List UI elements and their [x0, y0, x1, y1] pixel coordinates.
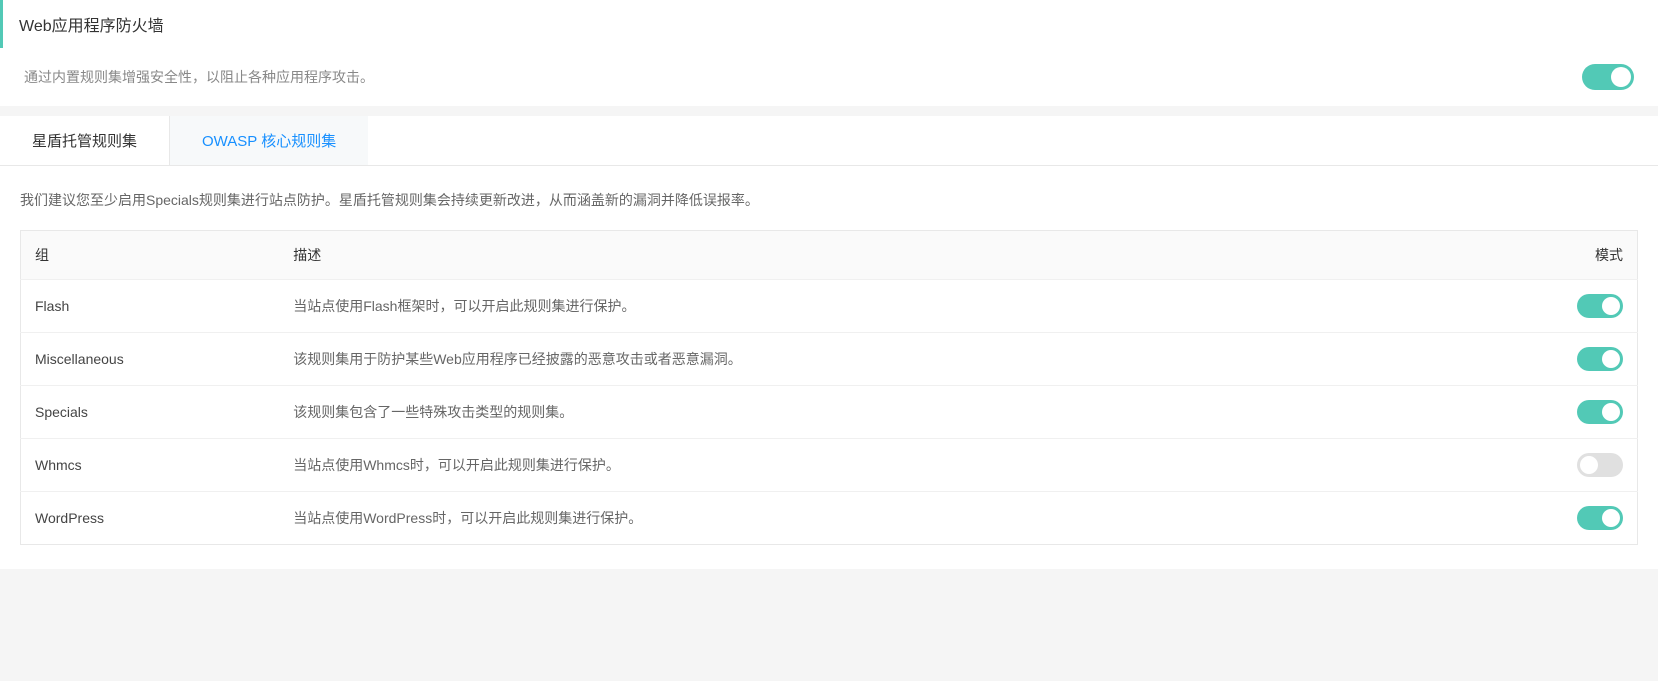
tab-managed-rules[interactable]: 星盾托管规则集	[0, 116, 170, 165]
rule-description: 当站点使用Whmcs时，可以开启此规则集进行保护。	[279, 439, 1476, 492]
rule-mode-cell	[1476, 439, 1638, 492]
col-header-mode: 模式	[1476, 231, 1638, 280]
rule-group-name: Miscellaneous	[21, 333, 280, 386]
rule-toggle[interactable]	[1577, 506, 1623, 530]
rule-group-name: WordPress	[21, 492, 280, 545]
table-header-row: 组 描述 模式	[21, 231, 1638, 280]
master-toggle[interactable]	[1582, 64, 1634, 90]
rule-toggle[interactable]	[1577, 347, 1623, 371]
page-description: 通过内置规则集增强安全性，以阻止各种应用程序攻击。	[24, 67, 374, 87]
table-row: Whmcs当站点使用Whmcs时，可以开启此规则集进行保护。	[21, 439, 1638, 492]
toggle-knob	[1602, 509, 1620, 527]
header-description-row: 通过内置规则集增强安全性，以阻止各种应用程序攻击。	[0, 48, 1658, 106]
rule-description: 当站点使用Flash框架时，可以开启此规则集进行保护。	[279, 280, 1476, 333]
rule-group-name: Flash	[21, 280, 280, 333]
table-row: Flash当站点使用Flash框架时，可以开启此规则集进行保护。	[21, 280, 1638, 333]
rule-toggle[interactable]	[1577, 294, 1623, 318]
page-title: Web应用程序防火墙	[19, 12, 1638, 36]
table-row: Specials该规则集包含了一些特殊攻击类型的规则集。	[21, 386, 1638, 439]
waf-header-panel: Web应用程序防火墙 通过内置规则集增强安全性，以阻止各种应用程序攻击。	[0, 0, 1658, 106]
toggle-knob	[1602, 297, 1620, 315]
toggle-knob	[1611, 67, 1631, 87]
col-header-group: 组	[21, 231, 280, 280]
rule-description: 该规则集包含了一些特殊攻击类型的规则集。	[279, 386, 1476, 439]
table-row: WordPress当站点使用WordPress时，可以开启此规则集进行保护。	[21, 492, 1638, 545]
rule-mode-cell	[1476, 386, 1638, 439]
rule-toggle[interactable]	[1577, 400, 1623, 424]
toggle-knob	[1602, 403, 1620, 421]
toggle-knob	[1602, 350, 1620, 368]
rule-mode-cell	[1476, 492, 1638, 545]
content-panel: 我们建议您至少启用Specials规则集进行站点防护。星盾托管规则集会持续更新改…	[0, 166, 1658, 569]
rule-group-name: Whmcs	[21, 439, 280, 492]
tab-bar: 星盾托管规则集 OWASP 核心规则集	[0, 116, 1658, 166]
rule-mode-cell	[1476, 280, 1638, 333]
col-header-description: 描述	[279, 231, 1476, 280]
rule-toggle[interactable]	[1577, 453, 1623, 477]
rule-description: 当站点使用WordPress时，可以开启此规则集进行保护。	[279, 492, 1476, 545]
table-row: Miscellaneous该规则集用于防护某些Web应用程序已经披露的恶意攻击或…	[21, 333, 1638, 386]
toggle-knob	[1580, 456, 1598, 474]
rule-mode-cell	[1476, 333, 1638, 386]
tab-owasp-core[interactable]: OWASP 核心规则集	[170, 116, 368, 165]
recommendation-text: 我们建议您至少启用Specials规则集进行站点防护。星盾托管规则集会持续更新改…	[20, 190, 1638, 210]
rules-table: 组 描述 模式 Flash当站点使用Flash框架时，可以开启此规则集进行保护。…	[20, 230, 1638, 545]
rule-group-name: Specials	[21, 386, 280, 439]
rule-description: 该规则集用于防护某些Web应用程序已经披露的恶意攻击或者恶意漏洞。	[279, 333, 1476, 386]
panel-header: Web应用程序防火墙	[0, 0, 1658, 48]
